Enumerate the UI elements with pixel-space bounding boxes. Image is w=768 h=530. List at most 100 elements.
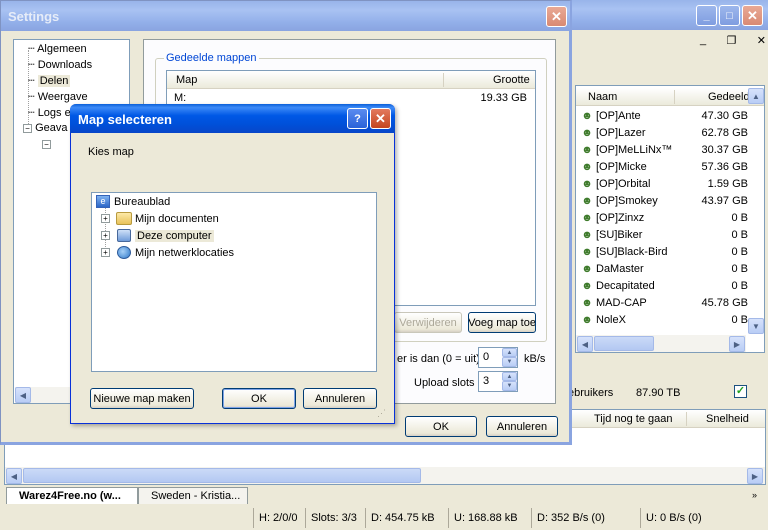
hub-checkbox[interactable]: ✓ xyxy=(734,385,747,398)
hub-tabs: Warez4Free.no (w... Sweden - Kristia... … xyxy=(4,487,766,505)
main-minimize-button[interactable]: _ xyxy=(696,5,717,26)
main-maximize-button[interactable]: □ xyxy=(719,5,740,26)
folder-dialog: Map selecteren ? ✕ Kies map e Bureaublad… xyxy=(70,104,395,424)
scroll-thumb[interactable] xyxy=(594,336,654,351)
user-row[interactable]: ☻ [OP]Smokey 43.97 GB xyxy=(580,192,750,209)
user-row[interactable]: ☻ DaMaster 0 B xyxy=(580,260,750,277)
scroll-left-button[interactable]: ◀ xyxy=(577,336,593,352)
status-upload: U: 168.88 kB xyxy=(448,508,518,528)
speed-limit-input[interactable]: 0 ▲ ▼ xyxy=(478,347,518,368)
tab-warez4free[interactable]: Warez4Free.no (w... xyxy=(6,487,138,504)
mdi-close-icon[interactable]: ✕ xyxy=(757,34,766,48)
settings-title: Settings xyxy=(8,9,60,24)
user-row[interactable]: ☻ [SU]Biker 0 B xyxy=(580,226,750,243)
tree-item-mijn-documenten[interactable]: + Mijn documenten xyxy=(101,212,219,225)
remove-button[interactable]: Verwijderen xyxy=(394,312,462,333)
collapse-icon[interactable]: − xyxy=(42,140,51,149)
col-size[interactable]: Grootte xyxy=(493,74,530,86)
upload-slots-input[interactable]: 3 ▲ ▼ xyxy=(478,371,518,392)
user-row[interactable]: ☻ [OP]MeLLiNx™ 30.37 GB xyxy=(580,141,750,158)
user-row[interactable]: ☻ [OP]Orbital 1.59 GB xyxy=(580,175,750,192)
minimize-icon: _ xyxy=(703,9,710,22)
scroll-down-button[interactable]: ▼ xyxy=(748,318,764,334)
status-upload-rate: U: 0 B/s (0) xyxy=(640,508,702,528)
nav-logs[interactable]: ┄ Logs e xyxy=(28,106,71,119)
scroll-thumb[interactable] xyxy=(23,468,421,483)
mdi-restore-icon[interactable]: ❐ xyxy=(727,34,737,48)
user-icon: ☻ xyxy=(581,160,593,173)
add-folder-button[interactable]: Voeg map toe xyxy=(468,312,536,333)
spin-down-icon: ▼ xyxy=(502,381,517,391)
nav-delen[interactable]: ┄ Delen xyxy=(28,74,71,87)
users-col-shared[interactable]: Gedeeld xyxy=(708,91,750,103)
transfer-col-time-left[interactable]: Tijd nog te gaan xyxy=(594,413,672,425)
dialog-ok-button[interactable]: OK xyxy=(222,388,296,409)
user-row[interactable]: ☻ Decapitated 0 B xyxy=(580,277,750,294)
user-shared: 43.97 GB xyxy=(701,194,748,207)
nav-weergave[interactable]: ┄ Weergave xyxy=(28,90,88,103)
status-slots: Slots: 3/3 xyxy=(305,508,357,528)
user-shared: 57.36 GB xyxy=(701,160,748,173)
col-map[interactable]: Map xyxy=(176,74,197,86)
close-icon: ✕ xyxy=(747,7,758,23)
user-icon: ☻ xyxy=(581,143,593,156)
user-row[interactable]: ☻ [OP]Zinxz 0 B xyxy=(580,209,750,226)
scroll-right-button[interactable]: ▶ xyxy=(747,468,763,484)
user-row[interactable]: ☻ MAD-CAP 45.78 GB xyxy=(580,294,750,311)
user-name: MAD-CAP xyxy=(596,296,647,309)
user-row[interactable]: ☻ [OP]Ante 47.30 GB xyxy=(580,107,750,124)
scroll-left-button[interactable]: ◀ xyxy=(15,387,31,403)
hub-users-label: ebruikers xyxy=(568,387,614,399)
main-close-button[interactable]: ✕ xyxy=(742,5,763,26)
spin-up-icon: ▲ xyxy=(502,348,517,357)
speed-spin[interactable]: ▲ ▼ xyxy=(502,348,517,367)
user-row[interactable]: ☻ [OP]Lazer 62.78 GB xyxy=(580,124,750,141)
user-name: Decapitated xyxy=(596,279,655,292)
settings-close-button[interactable]: ✕ xyxy=(546,6,567,27)
user-name: [OP]Micke xyxy=(596,160,647,173)
user-icon: ☻ xyxy=(581,126,593,139)
transfer-col-speed[interactable]: Snelheid xyxy=(706,413,749,425)
scroll-right-button[interactable]: ▶ xyxy=(729,336,745,352)
transfer-hscrollbar[interactable]: ◀ ▶ xyxy=(5,467,765,484)
slots-spin[interactable]: ▲ ▼ xyxy=(502,372,517,391)
user-shared: 0 B xyxy=(731,313,748,326)
resize-grip-icon[interactable]: ⋰ xyxy=(377,408,389,420)
user-row[interactable]: ☻ [OP]Micke 57.36 GB xyxy=(580,158,750,175)
status-hubs: H: 2/0/0 xyxy=(253,508,298,528)
tree-item-bureaublad[interactable]: e Bureaublad xyxy=(96,195,170,208)
new-folder-button[interactable]: Nieuwe map maken xyxy=(90,388,194,409)
expand-icon[interactable]: + xyxy=(101,214,110,223)
user-shared: 0 B xyxy=(731,262,748,275)
tree-item-deze-computer[interactable]: + Deze computer xyxy=(101,229,214,242)
nav-sub-expander[interactable]: − xyxy=(42,138,51,150)
settings-cancel-button[interactable]: Annuleren xyxy=(486,416,558,437)
user-shared: 0 B xyxy=(731,245,748,258)
network-icon xyxy=(117,246,131,259)
user-shared: 0 B xyxy=(731,228,748,241)
nav-geavanceerd[interactable]: − Geava xyxy=(23,122,67,134)
user-row[interactable]: ☻ [SU]Black-Bird 0 B xyxy=(580,243,750,260)
nav-downloads[interactable]: ┄ Downloads xyxy=(28,58,92,71)
scroll-left-button[interactable]: ◀ xyxy=(6,468,22,484)
mdi-minimize-icon[interactable]: _ xyxy=(700,34,706,48)
dialog-cancel-button[interactable]: Annuleren xyxy=(303,388,377,409)
user-icon: ☻ xyxy=(581,245,593,258)
user-row[interactable]: ☻ NoleX 0 B xyxy=(580,311,750,328)
tree-item-netwerklocaties[interactable]: + Mijn netwerklocaties xyxy=(101,246,234,259)
users-col-name[interactable]: Naam xyxy=(588,91,617,103)
user-shared: 1.59 GB xyxy=(707,177,748,190)
dialog-help-button[interactable]: ? xyxy=(347,108,368,129)
settings-ok-button[interactable]: OK xyxy=(405,416,477,437)
expand-icon[interactable]: + xyxy=(101,248,110,257)
expand-icon[interactable]: + xyxy=(101,231,110,240)
collapse-icon[interactable]: − xyxy=(23,124,32,133)
tab-overflow-icon[interactable]: » xyxy=(752,490,757,500)
scroll-up-button[interactable]: ▲ xyxy=(748,88,764,104)
nav-algemeen[interactable]: ┄ Algemeen xyxy=(28,42,87,55)
dialog-close-button[interactable]: ✕ xyxy=(370,108,391,129)
tab-sweden[interactable]: Sweden - Kristia... xyxy=(138,487,248,504)
speed-limit-label: er is dan (0 = uit) xyxy=(397,353,480,365)
dialog-title: Map selecteren xyxy=(78,112,172,127)
users-hscrollbar[interactable]: ◀ xyxy=(576,335,746,352)
